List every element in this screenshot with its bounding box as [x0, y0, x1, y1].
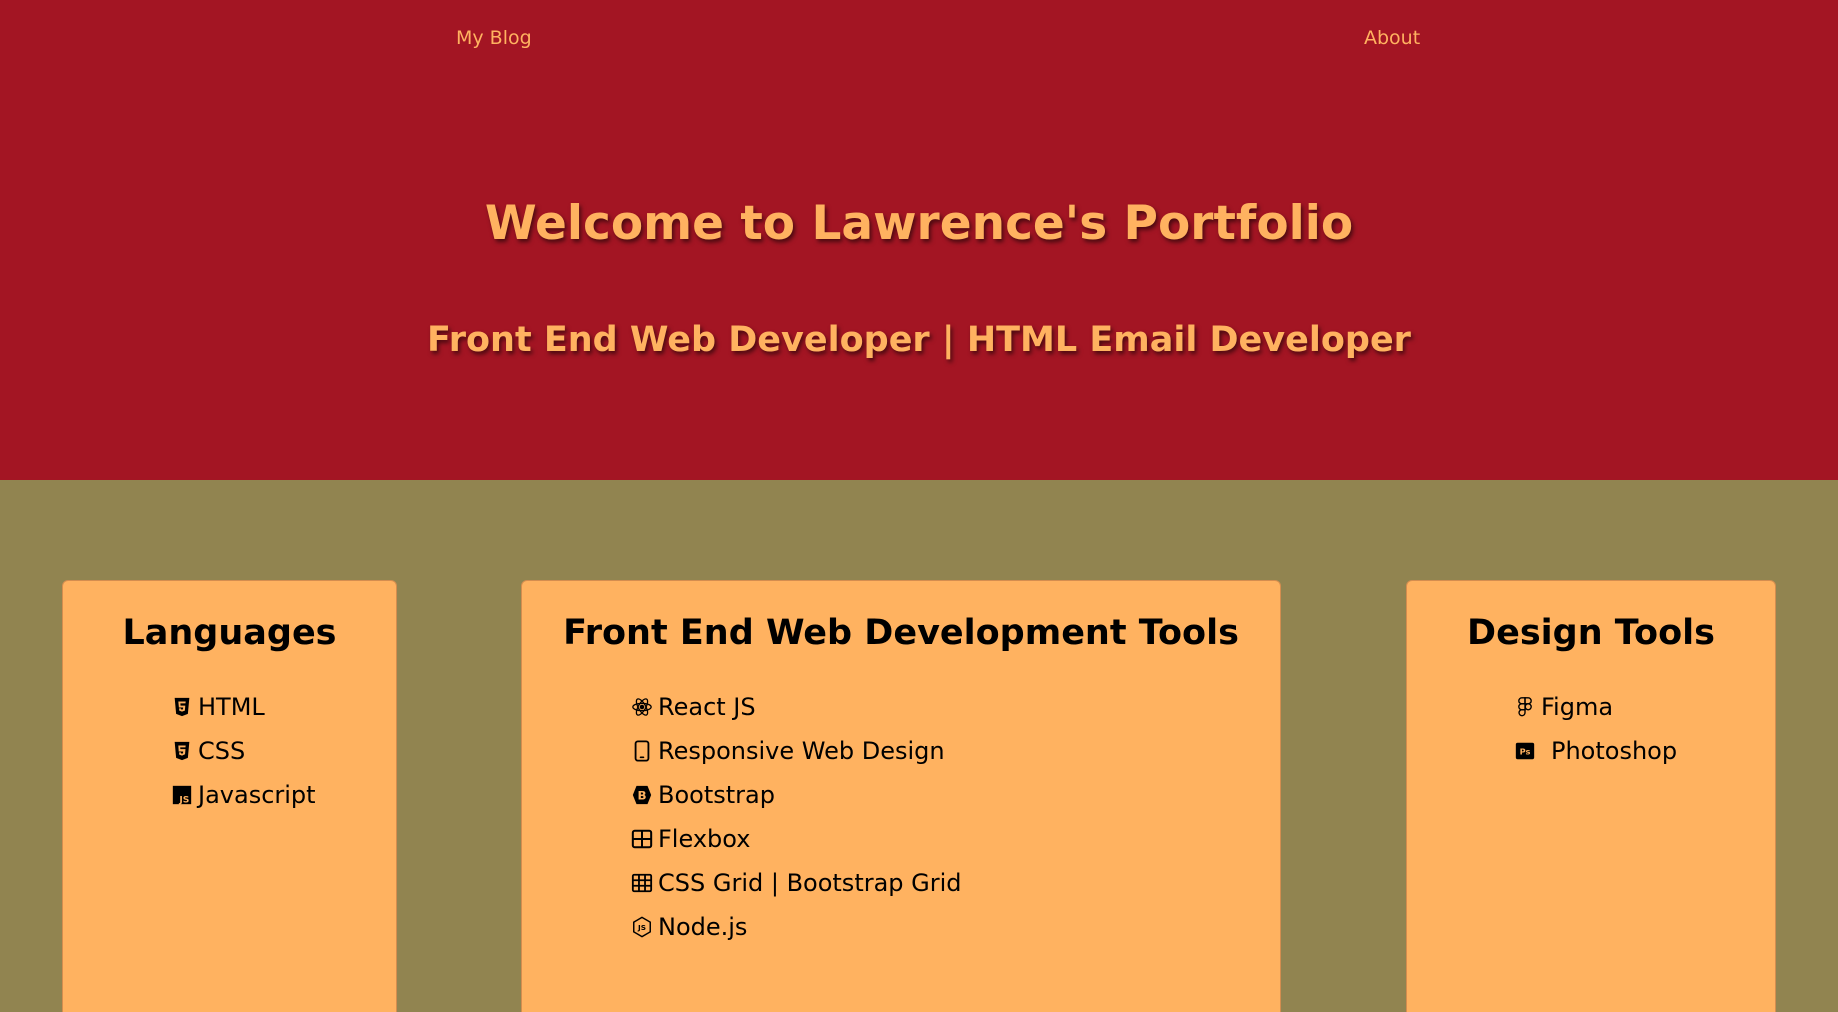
list-item-label: Javascript	[198, 781, 316, 809]
page-subtitle: Front End Web Developer | HTML Email Dev…	[427, 320, 1411, 360]
mobile-phone-icon	[631, 740, 653, 762]
css3-icon	[171, 740, 193, 762]
svg-text:JS: JS	[637, 923, 646, 932]
bootstrap-icon: B	[631, 784, 653, 806]
list-item-label: Bootstrap	[658, 781, 775, 809]
list-item: JS Javascript	[171, 773, 316, 817]
hero-header: My Blog About Welcome to Lawrence's Port…	[0, 0, 1838, 480]
javascript-icon: JS	[171, 784, 193, 806]
nodejs-icon: JS	[631, 916, 653, 938]
list-item-label: Figma	[1541, 693, 1614, 721]
list-item-label: React JS	[658, 693, 756, 721]
photoshop-icon: Ps	[1514, 740, 1536, 762]
page-title: Welcome to Lawrence's Portfolio	[484, 196, 1354, 251]
list-item: CSS	[171, 729, 316, 773]
frontend-tools-card-title: Front End Web Development Tools	[563, 613, 1239, 653]
list-item-label: HTML	[198, 693, 265, 721]
table-grid-icon	[631, 828, 653, 850]
table-cells-icon	[631, 872, 653, 894]
list-item: HTML	[171, 685, 316, 729]
list-item: Ps Photoshop	[1514, 729, 1677, 773]
nav-link-my-blog[interactable]: My Blog	[456, 27, 532, 49]
list-item-label: Flexbox	[658, 825, 751, 853]
nav-link-about[interactable]: About	[1364, 27, 1420, 49]
design-tools-list: Figma Ps Photoshop	[1514, 685, 1677, 773]
design-tools-card: Design Tools Figma Ps Photoshop	[1406, 580, 1776, 1012]
list-item-label: Photoshop	[1551, 737, 1678, 765]
languages-card: Languages HTML CSS JS Javascript	[62, 580, 397, 1012]
list-item-label: CSS Grid | Bootstrap Grid	[658, 869, 962, 897]
react-icon	[631, 696, 653, 718]
svg-text:B: B	[637, 789, 646, 803]
html5-icon	[171, 696, 193, 718]
list-item: B Bootstrap	[631, 773, 962, 817]
svg-text:JS: JS	[178, 794, 189, 805]
list-item: Figma	[1514, 685, 1677, 729]
list-item: CSS Grid | Bootstrap Grid	[631, 861, 962, 905]
list-item: React JS	[631, 685, 962, 729]
list-item-label: Node.js	[658, 913, 748, 941]
list-item: Responsive Web Design	[631, 729, 962, 773]
frontend-tools-list: React JS Responsive Web Design B Bootstr…	[631, 685, 962, 949]
figma-icon	[1514, 696, 1536, 718]
frontend-tools-card: Front End Web Development Tools React JS…	[521, 580, 1281, 1012]
list-item: Flexbox	[631, 817, 962, 861]
list-item-label: CSS	[198, 737, 246, 765]
languages-card-title: Languages	[122, 613, 337, 653]
design-tools-card-title: Design Tools	[1467, 613, 1715, 653]
svg-text:Ps: Ps	[1520, 747, 1531, 757]
skills-section: Languages HTML CSS JS Javascript Front E…	[0, 480, 1838, 1012]
list-item: JS Node.js	[631, 905, 962, 949]
languages-list: HTML CSS JS Javascript	[171, 685, 316, 817]
list-item-label: Responsive Web Design	[658, 737, 945, 765]
